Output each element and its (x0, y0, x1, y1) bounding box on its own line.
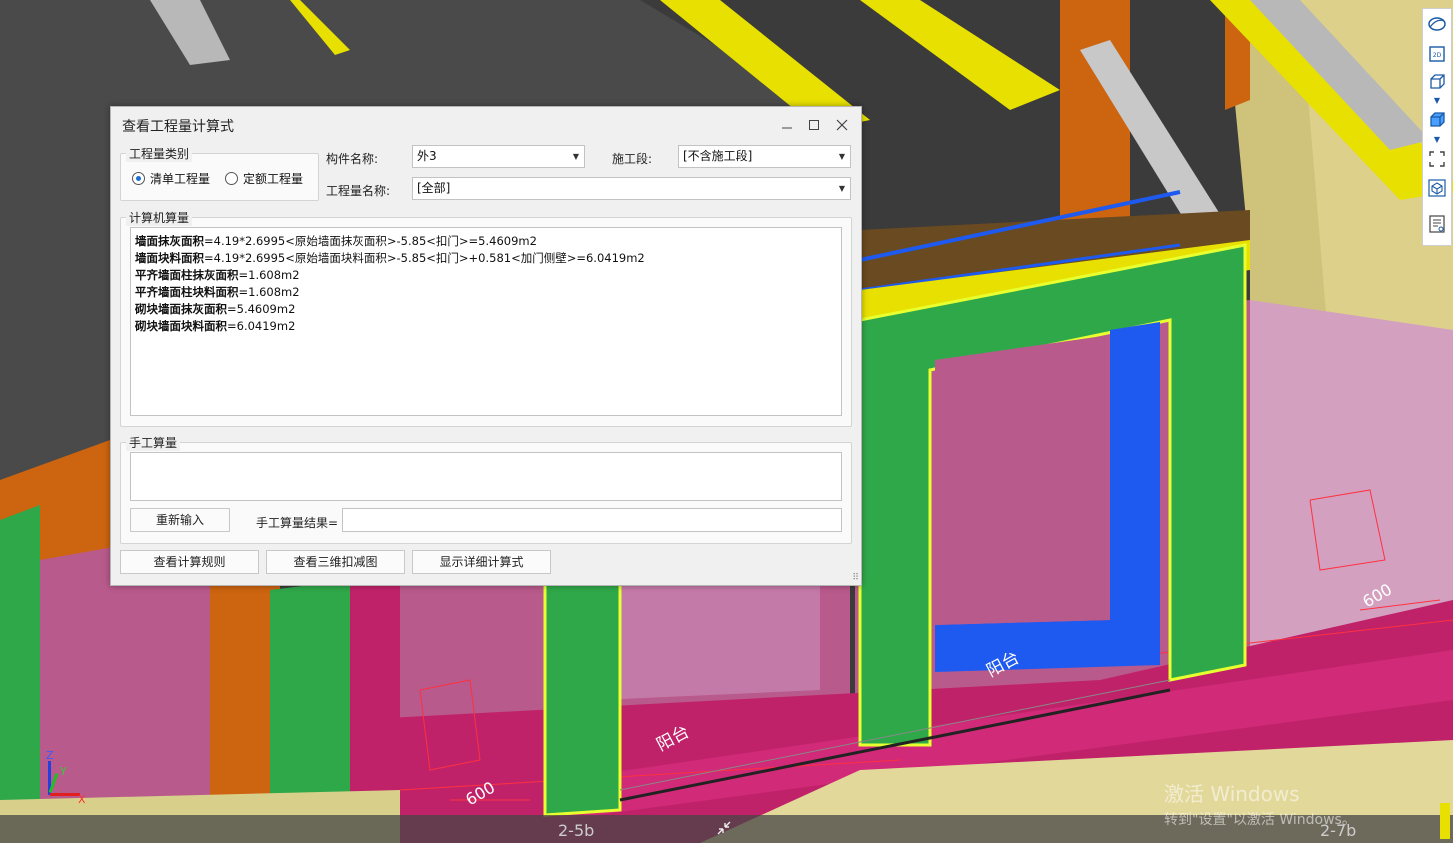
axis-x-label: X (78, 793, 86, 806)
fullscreen-icon[interactable] (1426, 148, 1448, 170)
watermark-line-1: 激活 Windows (1164, 782, 1300, 806)
calc-line: 平齐墙面柱块料面积=1.608m2 (135, 285, 300, 299)
2d-icon[interactable]: 2D (1426, 43, 1448, 65)
grid-label: 2-5b (558, 821, 595, 840)
computer-calc-group: 计算机算量 墙面抹灰面积=4.19*2.6995<原始墙面抹灰面积>-5.85<… (120, 209, 852, 427)
orbit-icon[interactable] (1426, 13, 1448, 35)
calc-line: 墙面抹灰面积=4.19*2.6995<原始墙面抹灰面积>-5.85<扣门>=5.… (135, 234, 537, 248)
dialog-title: 查看工程量计算式 (122, 119, 234, 135)
view-rules-button[interactable]: 查看计算规则 (120, 550, 259, 574)
radio-quota-quantity[interactable]: 定额工程量 (225, 170, 303, 187)
view-toolbar: 2D ▼ ▼ (1422, 8, 1452, 246)
calc-line: 平齐墙面柱抹灰面积=1.608m2 (135, 268, 300, 282)
construction-stage-label: 施工段: (612, 152, 653, 166)
quantity-formula-dialog: 查看工程量计算式 工程量类别 清单工程量 定额工程量 构件名称: 外3 ▼ 施工… (110, 106, 862, 586)
chevron-down-icon[interactable]: ▼ (1432, 136, 1442, 144)
dropdown-arrow-icon: ▼ (572, 152, 579, 161)
quantity-type-group: 工程量类别 清单工程量 定额工程量 (120, 145, 319, 201)
watermark-line-2: 转到"设置"以激活 Windows。 (1164, 812, 1356, 828)
chevron-down-icon[interactable]: ▼ (1432, 97, 1442, 105)
quantity-type-legend: 工程量类别 (126, 145, 193, 162)
2d-label: 2D (1433, 52, 1442, 59)
show-detail-formula-button[interactable]: 显示详细计算式 (412, 550, 551, 574)
cube-view-icon[interactable] (1426, 71, 1448, 93)
windows-activation-watermark: 激活 Windows 转到"设置"以激活 Windows。 (1164, 778, 1356, 829)
dropdown-arrow-icon: ▼ (838, 184, 845, 193)
axis-y-label: Y (60, 765, 67, 778)
component-name-value: 外3 (417, 149, 437, 163)
calc-lines: 墙面抹灰面积=4.19*2.6995<原始墙面抹灰面积>-5.85<扣门>=5.… (135, 233, 645, 335)
axis-gizmo: Z Y X (40, 749, 90, 806)
dropdown-arrow-icon: ▼ (838, 152, 845, 161)
manual-calc-legend: 手工算量 (126, 434, 181, 451)
calc-line: 砌块墙面块料面积=6.0419m2 (135, 319, 296, 333)
manual-result-input[interactable] (342, 508, 842, 532)
collapse-icon[interactable] (716, 820, 732, 836)
construction-stage-value: [不含施工段] (683, 149, 753, 163)
view-3d-deduction-button[interactable]: 查看三维扣减图 (266, 550, 405, 574)
construction-stage-select[interactable]: [不含施工段] ▼ (678, 145, 851, 168)
manual-calc-input[interactable] (130, 452, 842, 501)
3d-box-icon[interactable] (1426, 177, 1448, 199)
quantity-name-value: [全部] (417, 181, 451, 195)
component-name-select[interactable]: 外3 ▼ (412, 145, 585, 168)
close-button[interactable] (829, 113, 855, 137)
radio-button[interactable] (225, 172, 238, 185)
axis-z-label: Z (46, 749, 54, 762)
list-view-icon[interactable] (1426, 213, 1448, 235)
calc-line: 墙面块料面积=4.19*2.6995<原始墙面块料面积>-5.85<扣门>+0.… (135, 251, 645, 265)
computer-calc-legend: 计算机算量 (126, 209, 193, 226)
radio-quota-quantity-label: 定额工程量 (243, 172, 304, 186)
quantity-name-select[interactable]: [全部] ▼ (412, 177, 851, 200)
resize-grip-icon[interactable]: ⠿ (852, 573, 859, 583)
scroll-handle[interactable] (1440, 803, 1450, 839)
maximize-button[interactable] (801, 113, 827, 137)
manual-result-label: 手工算量结果= (256, 516, 339, 530)
computer-calc-text[interactable]: 墙面抹灰面积=4.19*2.6995<原始墙面抹灰面积>-5.85<扣门>=5.… (130, 227, 842, 416)
radio-bill-quantity[interactable]: 清单工程量 (132, 170, 210, 187)
radio-button-selected[interactable] (132, 172, 145, 185)
reenter-button[interactable]: 重新输入 (130, 508, 230, 532)
minimize-button[interactable] (774, 113, 800, 137)
component-name-label: 构件名称: (326, 152, 379, 166)
calc-line: 砌块墙面抹灰面积=5.4609m2 (135, 302, 296, 316)
cube-solid-icon[interactable] (1426, 109, 1448, 131)
radio-bill-quantity-label: 清单工程量 (150, 172, 211, 186)
quantity-name-label: 工程量名称: (326, 184, 391, 198)
manual-calc-group: 手工算量 重新输入 手工算量结果= (120, 434, 852, 544)
